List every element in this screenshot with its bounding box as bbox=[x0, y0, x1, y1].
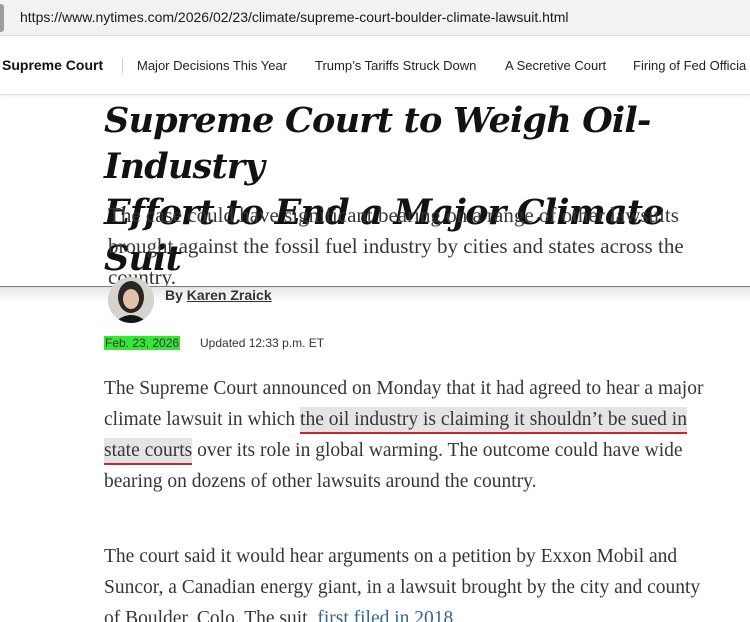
byline-prefix: By bbox=[165, 287, 183, 303]
nav-link-tariffs[interactable]: Trump’s Tariffs Struck Down bbox=[315, 58, 476, 73]
author-photo-icon bbox=[108, 277, 154, 323]
window-edge bbox=[0, 4, 4, 32]
author-avatar[interactable] bbox=[108, 277, 154, 323]
browser-address-bar[interactable]: https://www.nytimes.com/2026/02/23/clima… bbox=[0, 0, 750, 36]
byline: By Karen Zraick bbox=[165, 287, 272, 303]
author-link[interactable]: Karen Zraick bbox=[187, 287, 272, 303]
url-text[interactable]: https://www.nytimes.com/2026/02/23/clima… bbox=[20, 9, 569, 25]
nav-divider bbox=[122, 59, 123, 73]
first-filed-link[interactable]: first filed in 2018 bbox=[317, 608, 453, 622]
updated-time: Updated 12:33 p.m. ET bbox=[200, 336, 325, 350]
nav-link-fed-firing[interactable]: Firing of Fed Officia bbox=[633, 58, 746, 73]
article-summary: The case could have significant bearing … bbox=[108, 203, 684, 289]
body-paragraph-2: The court said it would hear arguments o… bbox=[104, 541, 720, 622]
publish-date: Feb. 23, 2026 bbox=[104, 336, 181, 350]
section-nav: Supreme Court Major Decisions This Year … bbox=[0, 37, 750, 95]
body-paragraph-1: The Supreme Court announced on Monday th… bbox=[104, 373, 720, 497]
nav-link-major-decisions[interactable]: Major Decisions This Year bbox=[137, 58, 287, 73]
nav-link-secretive-court[interactable]: A Secretive Court bbox=[505, 58, 606, 73]
section-nav-brand[interactable]: Supreme Court bbox=[2, 57, 103, 73]
headline-line-1: Supreme Court to Weigh Oil-Industry bbox=[104, 100, 651, 187]
